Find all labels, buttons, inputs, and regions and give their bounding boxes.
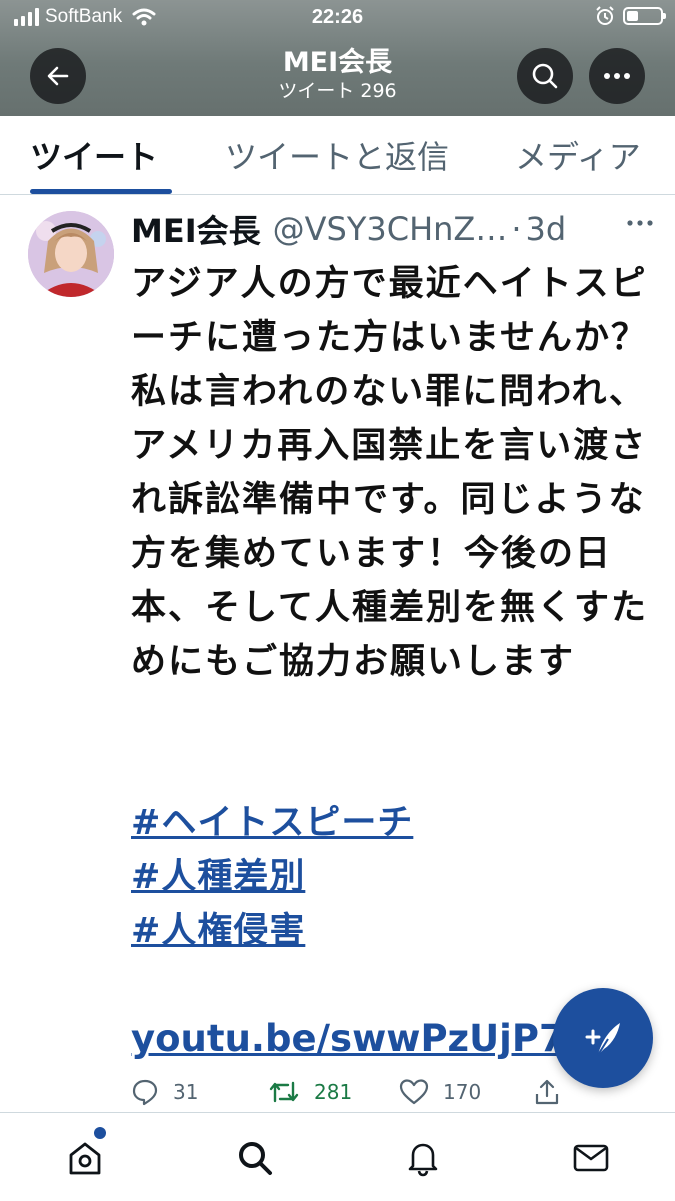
battery-icon	[623, 7, 666, 25]
avatar-portrait	[28, 211, 114, 297]
home-icon	[69, 1142, 101, 1175]
more-button[interactable]	[589, 48, 645, 104]
bell-icon	[408, 1143, 438, 1177]
reply-count: 31	[173, 1080, 199, 1104]
hashtag-link[interactable]: #人種差別	[131, 850, 651, 904]
bottom-navigation	[0, 1112, 675, 1201]
search-button[interactable]	[517, 48, 573, 104]
tweet-more-icon[interactable]	[627, 219, 653, 227]
search-icon	[532, 63, 558, 89]
reply-icon	[132, 1079, 158, 1106]
avatar[interactable]	[28, 211, 114, 297]
nav-notifications[interactable]	[398, 1133, 448, 1183]
hashtag-link[interactable]: #ヘイトスピーチ	[131, 796, 651, 850]
separator-dot: ·	[511, 210, 522, 248]
nav-messages[interactable]	[566, 1133, 616, 1183]
tweet-text: アジア人の方で最近ヘイトスピーチに遭った方はいませんか？ 私は言われのない罪に問…	[131, 264, 648, 682]
status-right	[595, 6, 666, 26]
nav-home[interactable]	[60, 1133, 110, 1183]
alarm-icon	[596, 6, 614, 25]
share-button[interactable]	[533, 1072, 561, 1112]
retweet-count: 281	[314, 1080, 353, 1104]
heart-icon	[399, 1079, 429, 1105]
status-bar: SoftBank 22:26	[0, 0, 675, 38]
profile-tabs: ツイート ツイートと返信 メディア	[0, 116, 675, 195]
tweet-count: ツイート 296	[278, 80, 397, 102]
retweet-icon	[269, 1081, 299, 1103]
notification-dot	[94, 1127, 106, 1139]
nav-search[interactable]	[230, 1133, 280, 1183]
clock: 22:26	[311, 6, 364, 28]
author-handle[interactable]: @VSY3CHnZ…	[273, 210, 508, 248]
reply-button[interactable]: 31	[131, 1072, 198, 1112]
like-button[interactable]: 170	[399, 1072, 481, 1112]
like-count: 170	[443, 1080, 482, 1104]
profile-header: SoftBank 22:26 MEI会長 ツイート 296	[0, 0, 675, 116]
hashtag-link[interactable]: #人権侵害	[131, 904, 651, 958]
header-title-block: MEI会長 ツイート 296	[0, 48, 675, 104]
share-icon	[535, 1079, 559, 1105]
tab-tweets-and-replies[interactable]: ツイートと返信	[225, 116, 449, 194]
more-icon	[604, 73, 630, 79]
tab-tweets[interactable]: ツイート	[30, 116, 158, 194]
retweet-button[interactable]: 281	[268, 1072, 352, 1112]
author-name[interactable]: MEI会長	[131, 206, 261, 252]
tweet-actions: 31 281 170	[131, 1072, 581, 1112]
tab-media[interactable]: メディア	[515, 116, 641, 194]
mail-icon	[573, 1144, 609, 1172]
active-tab-indicator	[30, 189, 172, 194]
search-icon	[239, 1142, 272, 1175]
hashtag-list: #ヘイトスピーチ #人種差別 #人権侵害	[131, 796, 651, 958]
tweet-header: MEI会長 @VSY3CHnZ… · 3d	[131, 205, 661, 253]
profile-name-title: MEI会長	[282, 47, 393, 78]
tweet-age[interactable]: 3d	[526, 210, 567, 248]
compose-icon	[585, 1023, 620, 1056]
compose-tweet-button[interactable]	[553, 988, 653, 1088]
